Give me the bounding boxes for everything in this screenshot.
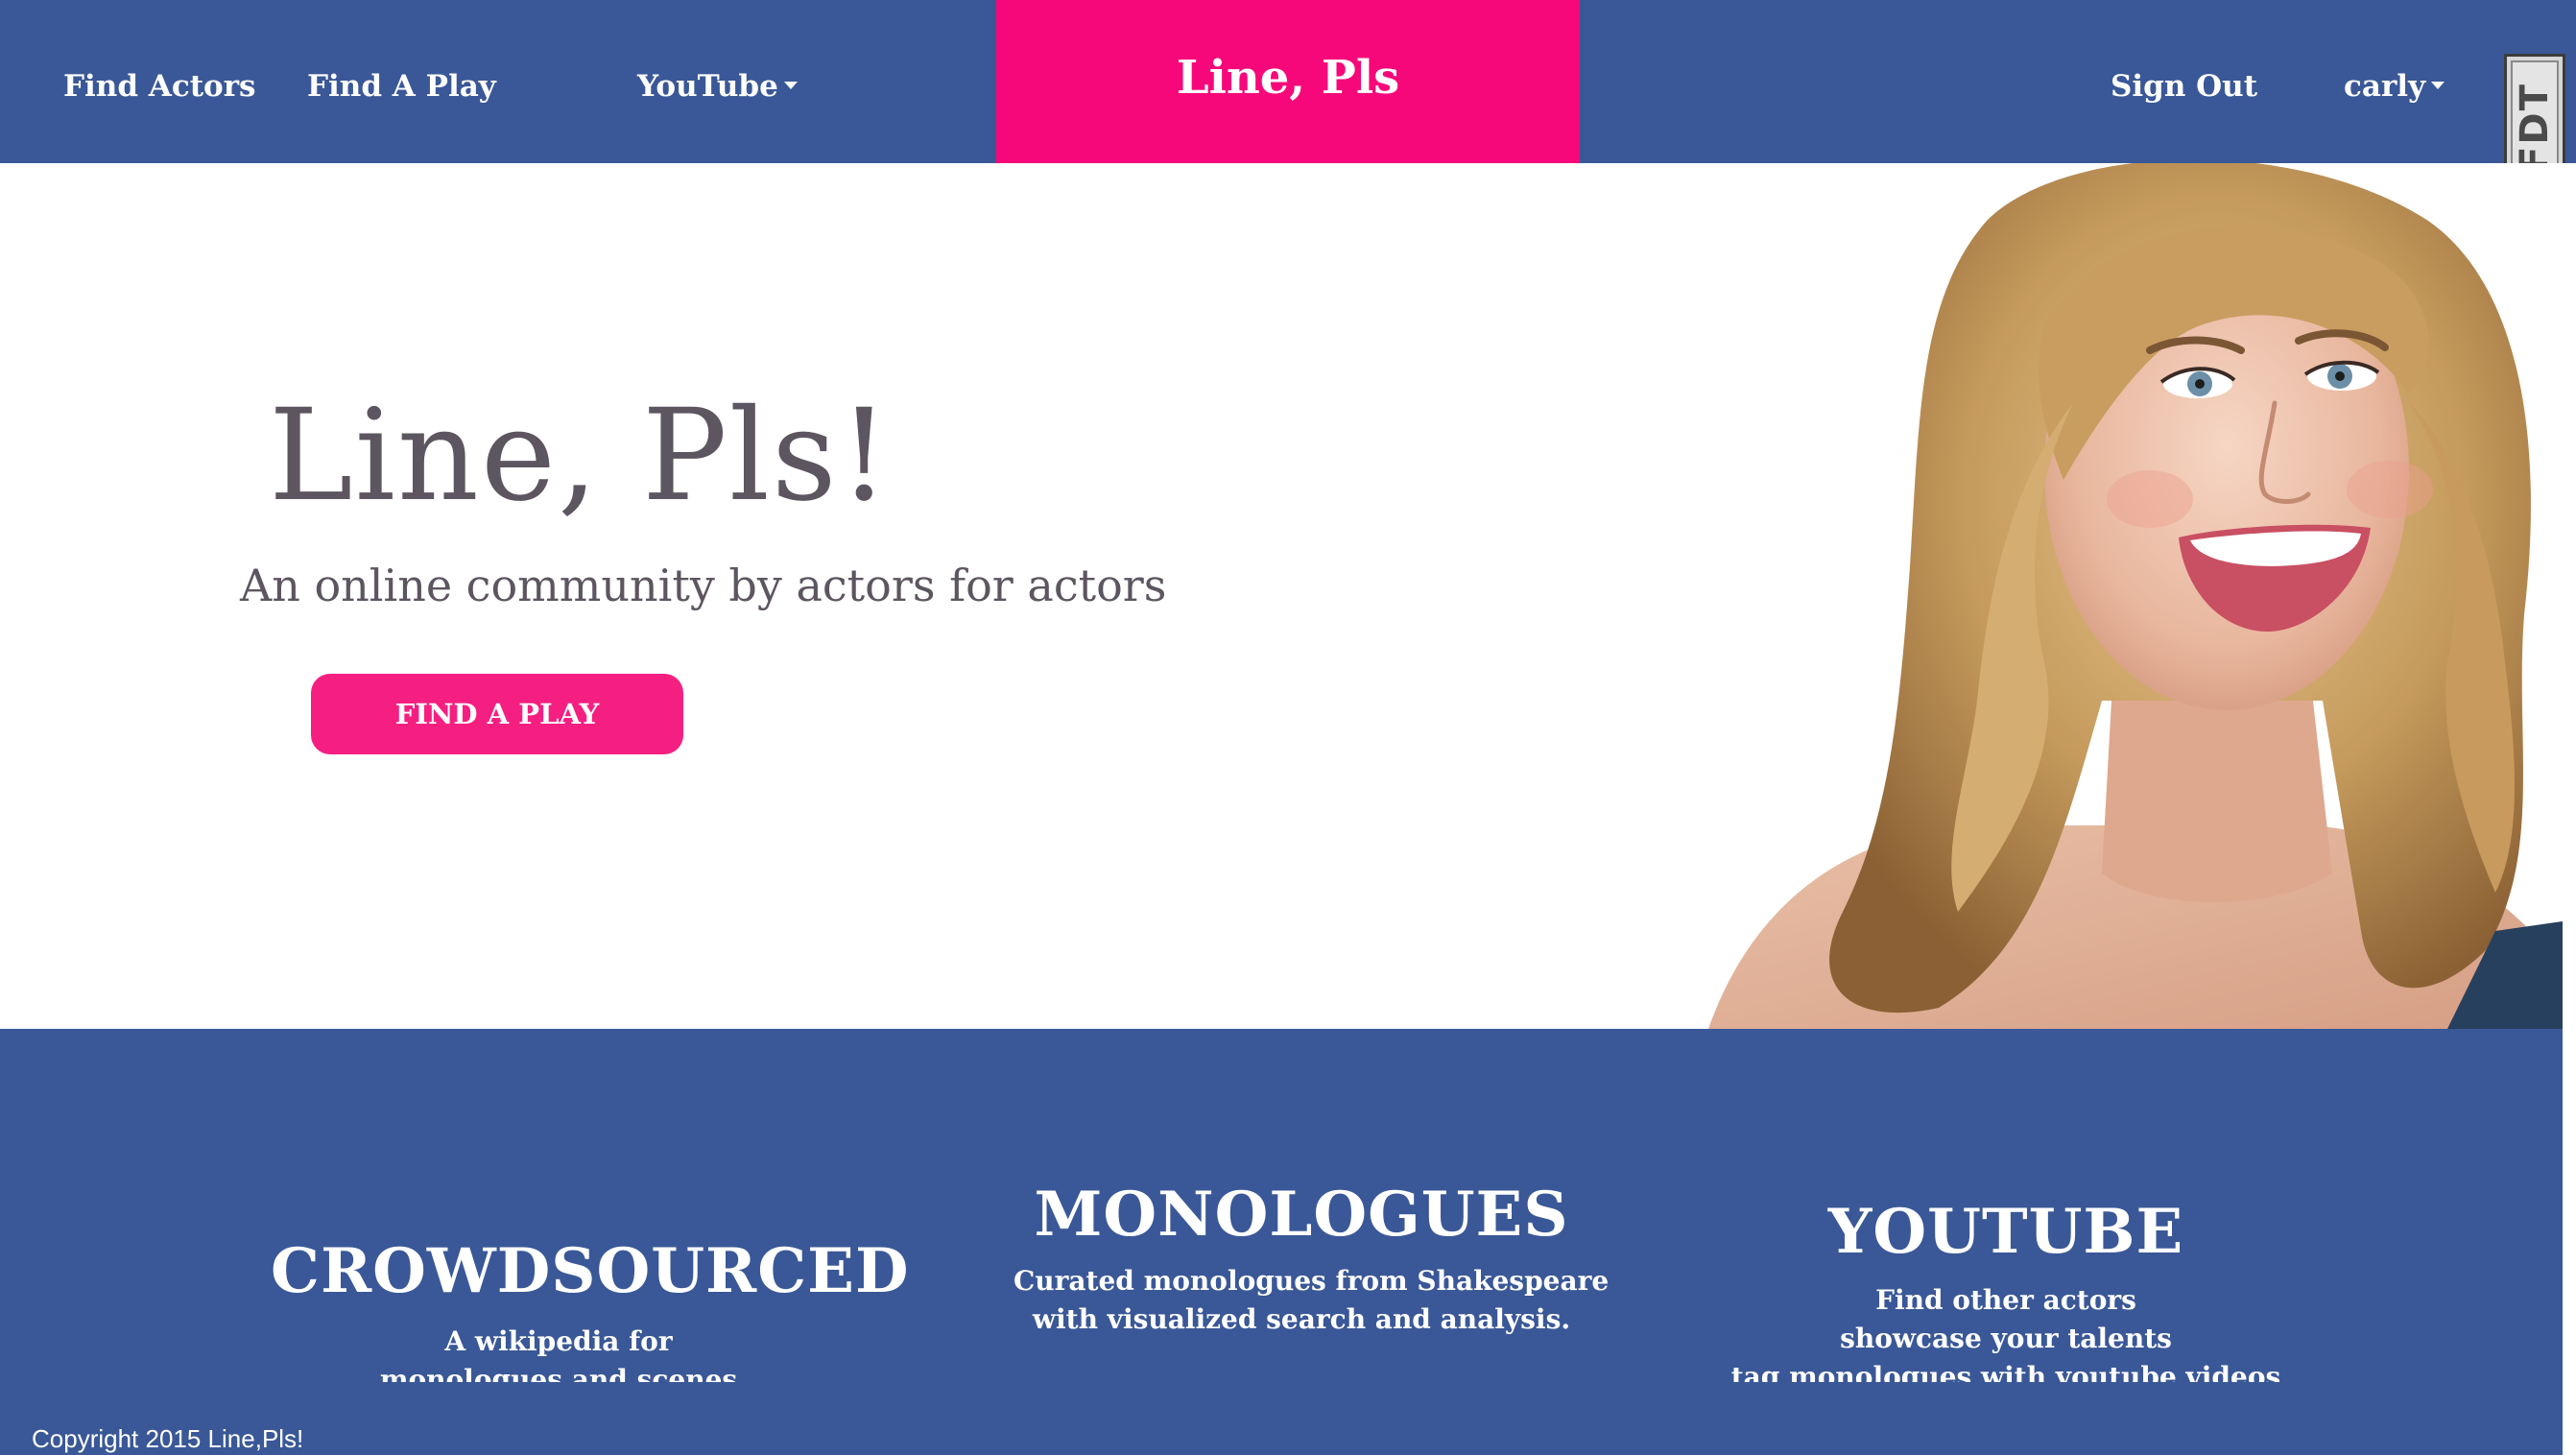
- hero-section: Line, Pls! An online community by actors…: [0, 163, 2563, 1029]
- feature-line: A wikipedia for: [444, 1325, 673, 1357]
- features-content: CROWDSOURCED A wikipedia for monologues …: [0, 1029, 2563, 1382]
- nav-youtube-dropdown[interactable]: YouTube: [637, 69, 798, 104]
- copyright-text: Copyright 2015 Line,Pls!: [32, 1424, 304, 1453]
- hero-title: Line, Pls!: [269, 382, 892, 530]
- feature-line: showcase your talents: [1840, 1323, 2172, 1354]
- feature-line: Curated monologues from Shakespeare: [1014, 1265, 1610, 1297]
- feature-title: MONOLOGUES: [1034, 1179, 1569, 1251]
- feature-line: monologues and scenes: [379, 1364, 738, 1382]
- feature-youtube: YOUTUBE Find other actors showcase your …: [1718, 1196, 2294, 1382]
- devtool-tab-label: FDT: [2513, 83, 2557, 173]
- features-section: CROWDSOURCED A wikipedia for monologues …: [0, 1029, 2563, 1455]
- feature-line: with visualized search and analysis.: [1032, 1303, 1571, 1335]
- scrollbar-gutter: [2563, 163, 2576, 1455]
- feature-crowdsourced: CROWDSOURCED A wikipedia for monologues …: [271, 1235, 910, 1382]
- caret-down-icon: [2431, 81, 2445, 89]
- nav-find-a-play[interactable]: Find A Play: [307, 69, 496, 104]
- caret-down-icon: [783, 81, 798, 89]
- feature-title: YOUTUBE: [1827, 1196, 2184, 1268]
- nav-find-actors[interactable]: Find Actors: [63, 69, 256, 104]
- nav-youtube-label: YouTube: [637, 69, 778, 104]
- hero-subtitle: An online community by actors for actors: [240, 560, 1167, 611]
- user-menu-label: carly: [2344, 69, 2426, 104]
- hero-portrait-image: [1708, 163, 2563, 1029]
- feature-monologues: MONOLOGUES Curated monologues from Shake…: [1014, 1179, 1610, 1339]
- user-menu-dropdown[interactable]: carly: [2344, 69, 2445, 104]
- brand-logo-link[interactable]: Line, Pls: [996, 0, 1580, 163]
- feature-line: Find other actors: [1875, 1284, 2136, 1316]
- top-navbar: Find Actors Find A Play YouTube Line, Pl…: [0, 0, 2576, 163]
- nav-sign-out[interactable]: Sign Out: [2111, 69, 2257, 104]
- feature-line: tag monologues with youtube videos: [1730, 1361, 2281, 1382]
- feature-title: CROWDSOURCED: [271, 1235, 910, 1307]
- find-a-play-button[interactable]: FIND A PLAY: [311, 674, 683, 754]
